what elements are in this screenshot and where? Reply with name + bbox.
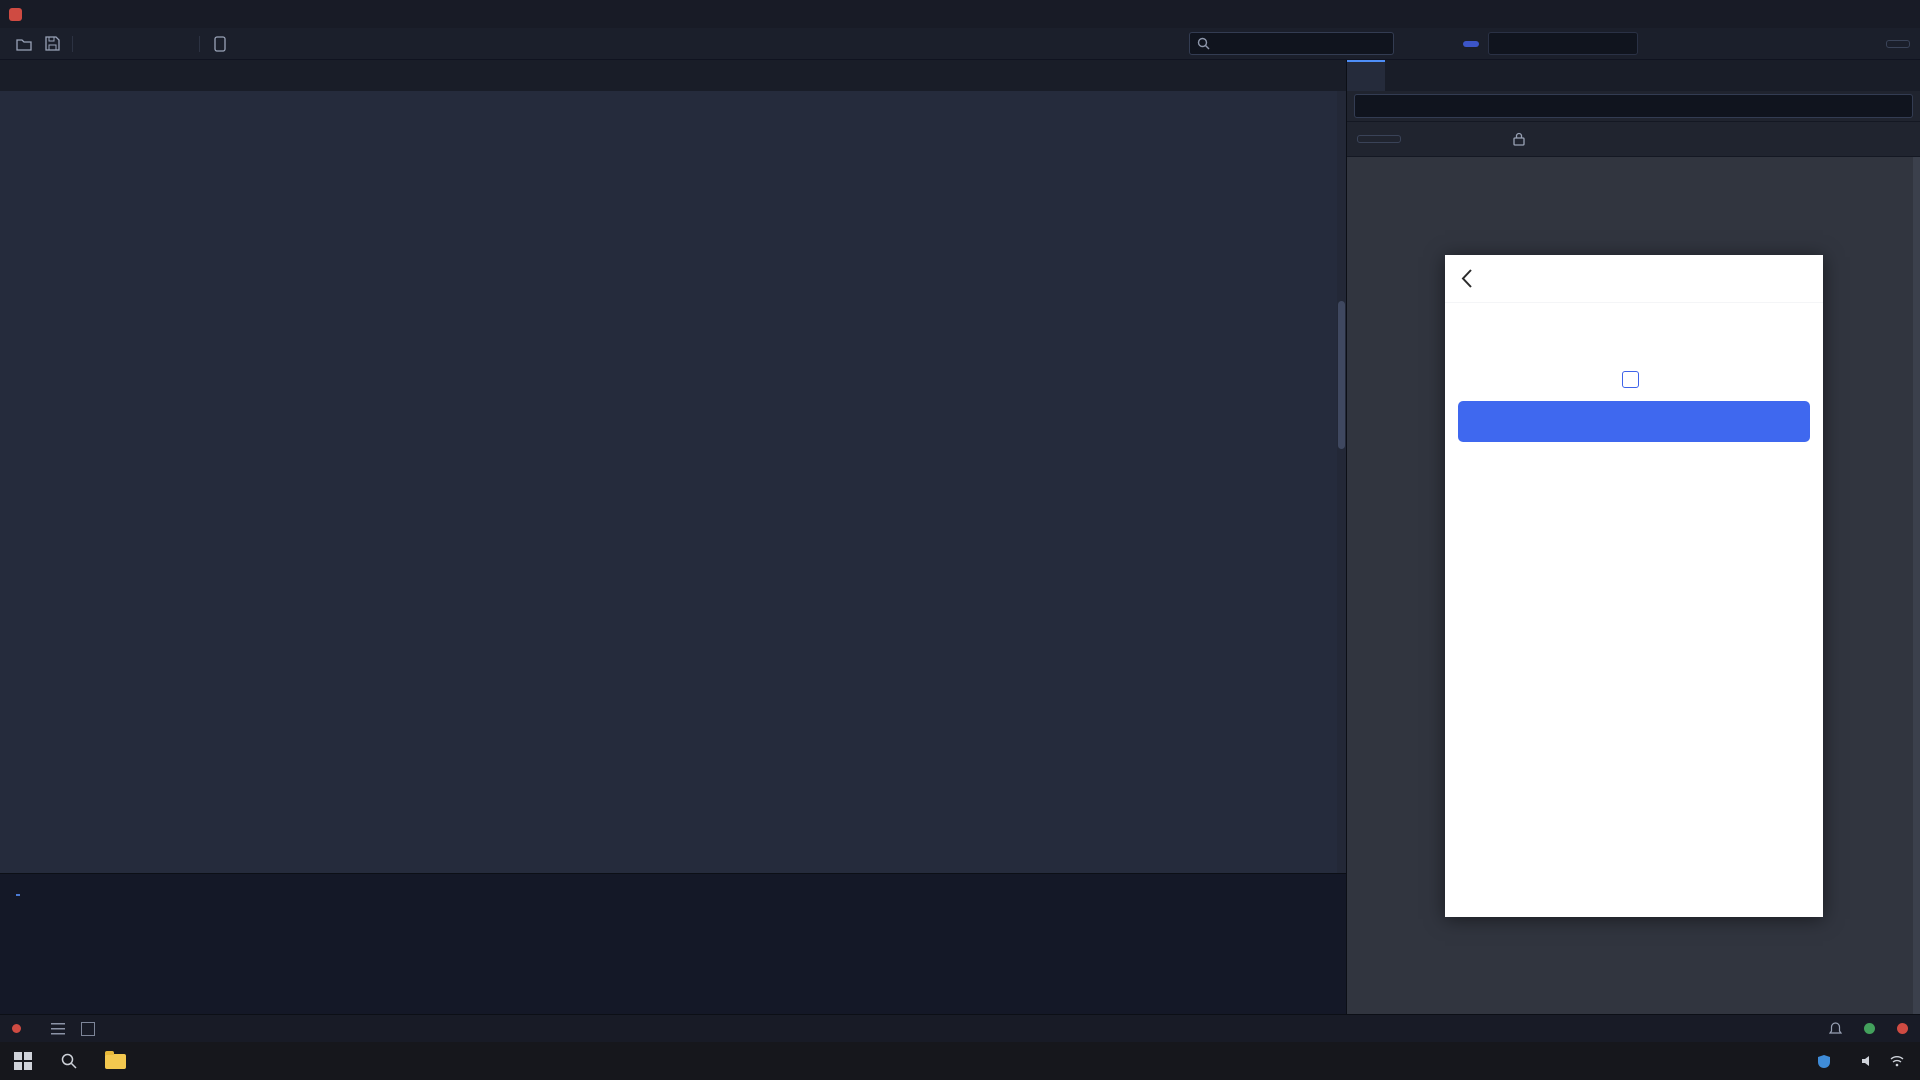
console-panel	[0, 873, 1346, 1014]
hbuilderx-window	[0, 0, 1920, 1080]
app-logo-icon	[9, 7, 22, 21]
select-all-button[interactable]	[1412, 42, 1420, 46]
start-button[interactable]	[0, 1042, 46, 1080]
toolbar-separator	[199, 35, 200, 52]
taskbar-search-button[interactable]	[46, 1042, 92, 1080]
outline-icon[interactable]	[51, 1022, 66, 1035]
console-output	[0, 906, 1346, 1014]
update-status-icon[interactable]	[1864, 1023, 1875, 1034]
close-find-icon[interactable]	[1855, 42, 1863, 46]
lock-icon	[1513, 132, 1525, 146]
agree-checkbox[interactable]	[1622, 371, 1639, 388]
replace-button[interactable]	[1821, 42, 1829, 46]
browser-tab[interactable]	[1347, 60, 1385, 91]
navigate-back-icon[interactable]	[79, 32, 106, 56]
notification-icon[interactable]	[1897, 1023, 1908, 1034]
maximize-button[interactable]	[1830, 0, 1875, 28]
editor-scrollbar-thumb[interactable]	[1338, 301, 1345, 449]
login-status-icon	[12, 1024, 21, 1033]
agree-row	[1445, 371, 1823, 388]
search-panel-button[interactable]	[1886, 39, 1910, 48]
preview-scrollbar[interactable]	[1913, 157, 1920, 1014]
window-controls	[1785, 0, 1920, 28]
file-explorer-button[interactable]	[92, 1042, 138, 1080]
toolbar-separator	[72, 35, 73, 52]
back-chevron-icon[interactable]	[1461, 268, 1473, 289]
replace-input[interactable]	[1488, 32, 1638, 55]
save-icon[interactable]	[39, 32, 66, 56]
network-icon[interactable]	[1890, 1055, 1904, 1067]
navigate-forward-icon[interactable]	[108, 32, 135, 56]
url-input[interactable]	[1354, 94, 1913, 118]
shield-icon[interactable]	[1817, 1054, 1831, 1069]
console-tab[interactable]	[16, 884, 20, 896]
find-next-button[interactable]	[1446, 42, 1454, 46]
find-bar	[1189, 32, 1910, 55]
windows-logo-icon	[14, 1052, 32, 1070]
close-panel-icon[interactable]	[81, 1021, 95, 1036]
close-button[interactable]	[1875, 0, 1920, 28]
device-selector[interactable]	[1357, 135, 1401, 143]
preview-area	[1347, 157, 1920, 1014]
phone-preview	[1445, 255, 1823, 917]
status-bar	[0, 1014, 1920, 1042]
toolbar	[0, 28, 1920, 60]
menu-bar	[0, 0, 1920, 28]
editor-tab-bar	[0, 60, 1346, 91]
main-area	[0, 60, 1920, 1014]
code-editor[interactable]	[0, 91, 1346, 873]
speaker-icon[interactable]	[1861, 1055, 1875, 1067]
url-row	[1347, 91, 1920, 122]
status-right	[1763, 1021, 1908, 1036]
minimize-button[interactable]	[1785, 0, 1830, 28]
bookmark-star-icon[interactable]	[137, 32, 164, 56]
replace-all-button[interactable]	[1838, 42, 1846, 46]
search-icon	[1197, 37, 1210, 50]
folder-icon	[104, 1050, 126, 1069]
bell-icon[interactable]	[1829, 1021, 1842, 1036]
editor-scrollbar[interactable]	[1337, 91, 1346, 873]
device-toolbar	[1347, 122, 1920, 157]
find-previous-button[interactable]	[1429, 42, 1437, 46]
device-preview-icon[interactable]	[206, 32, 233, 56]
open-folder-icon[interactable]	[10, 32, 37, 56]
run-icon[interactable]	[166, 32, 193, 56]
start-exam-button[interactable]	[1458, 401, 1810, 442]
system-tray	[1771, 1042, 1920, 1080]
replace-zone-toggle[interactable]	[1463, 40, 1479, 47]
browser-panel	[1347, 60, 1920, 1014]
editor-column	[0, 60, 1347, 1014]
windows-taskbar	[0, 1042, 1920, 1080]
phone-nav-bar	[1445, 255, 1823, 303]
console-header	[0, 874, 1346, 906]
browser-tab-bar	[1347, 60, 1920, 91]
search-input[interactable]	[1189, 32, 1394, 55]
